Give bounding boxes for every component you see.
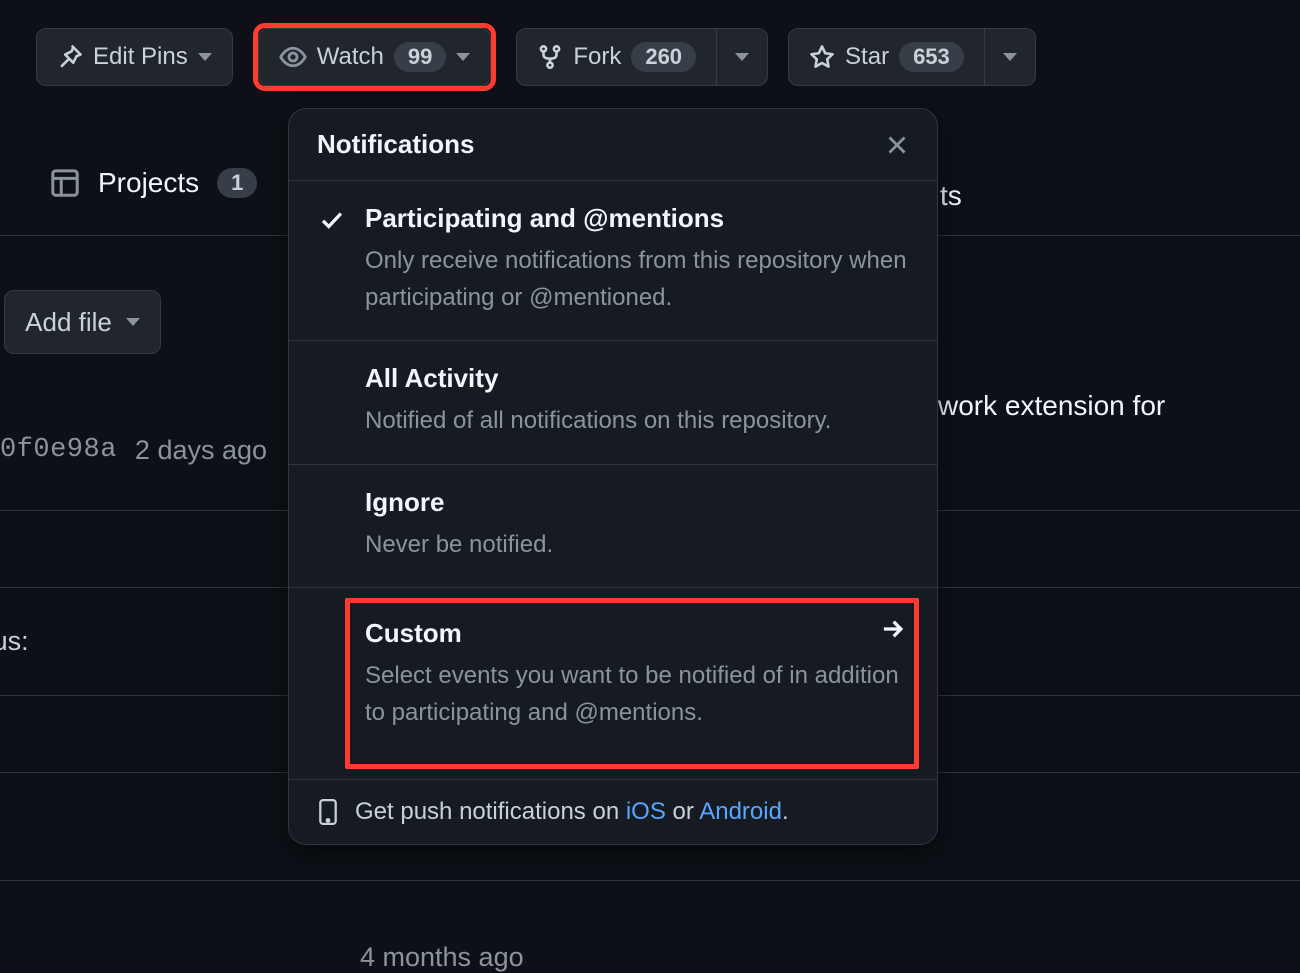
commit-sha[interactable]: 0f0e98a — [0, 435, 117, 466]
edit-pins-button[interactable]: Edit Pins — [36, 28, 233, 86]
menu-item-ignore[interactable]: Ignore Never be notified. — [289, 464, 937, 587]
caret-down-icon — [126, 318, 140, 326]
menu-item-desc: Only receive notifications from this rep… — [365, 242, 909, 316]
menu-item-desc: Select events you want to be notified of… — [365, 657, 909, 731]
star-button[interactable]: Star 653 — [788, 28, 985, 86]
watch-label: Watch — [317, 43, 384, 71]
watch-highlight-box: Watch 99 — [253, 23, 497, 91]
watch-button[interactable]: Watch 99 — [258, 28, 492, 86]
projects-count: 1 — [217, 168, 257, 198]
add-file-button[interactable]: Add file — [4, 290, 161, 354]
caret-down-icon — [198, 53, 212, 61]
description-fragment: work extension for — [938, 390, 1165, 422]
menu-item-all-activity[interactable]: All Activity Notified of all notificatio… — [289, 340, 937, 463]
menu-title: Notifications — [317, 129, 474, 160]
star-count: 653 — [899, 42, 964, 72]
tab-fragment: ts — [940, 180, 962, 212]
fork-button[interactable]: Fork 260 — [516, 28, 717, 86]
menu-item-title: Custom — [365, 618, 909, 649]
menu-item-title: Ignore — [365, 487, 909, 518]
mobile-icon — [317, 798, 339, 826]
project-icon — [50, 168, 80, 198]
star-menu-button[interactable] — [985, 28, 1036, 86]
notifications-menu: Notifications Participating and @mention… — [288, 108, 938, 845]
arrow-right-icon — [879, 616, 905, 642]
star-icon — [809, 44, 835, 70]
watch-count: 99 — [394, 42, 446, 72]
menu-item-custom[interactable]: Custom Select events you want to be noti… — [289, 587, 937, 779]
caret-down-icon — [1003, 53, 1017, 61]
fork-icon — [537, 44, 563, 70]
eye-icon — [279, 43, 307, 71]
commit-info: 0f0e98a 2 days ago — [0, 435, 267, 466]
time-fragment: 4 months ago — [360, 942, 524, 973]
fork-count: 260 — [631, 42, 696, 72]
pin-icon — [57, 44, 83, 70]
add-file-label: Add file — [25, 307, 112, 338]
star-group: Star 653 — [788, 28, 1036, 91]
menu-footer: Get push notifications on iOS or Android… — [289, 779, 937, 844]
menu-item-title: Participating and @mentions — [365, 203, 909, 234]
footer-text: Get push notifications on — [355, 798, 626, 825]
menu-item-participating[interactable]: Participating and @mentions Only receive… — [289, 180, 937, 340]
menu-item-title: All Activity — [365, 363, 909, 394]
android-link[interactable]: Android — [699, 798, 782, 825]
commit-ago: 2 days ago — [135, 435, 267, 466]
fork-group: Fork 260 — [516, 28, 768, 91]
fork-label: Fork — [573, 43, 621, 71]
edit-pins-label: Edit Pins — [93, 43, 188, 71]
tab-projects-label[interactable]: Projects — [98, 167, 199, 199]
menu-item-desc: Notified of all notifications on this re… — [365, 402, 909, 439]
list-item — [0, 880, 1300, 957]
check-icon — [319, 207, 345, 233]
fork-menu-button[interactable] — [717, 28, 768, 86]
menu-item-desc: Never be notified. — [365, 526, 909, 563]
ios-link[interactable]: iOS — [626, 798, 666, 825]
star-label: Star — [845, 43, 889, 71]
close-icon[interactable] — [885, 133, 909, 157]
caret-down-icon — [735, 53, 749, 61]
caret-down-icon — [456, 53, 470, 61]
